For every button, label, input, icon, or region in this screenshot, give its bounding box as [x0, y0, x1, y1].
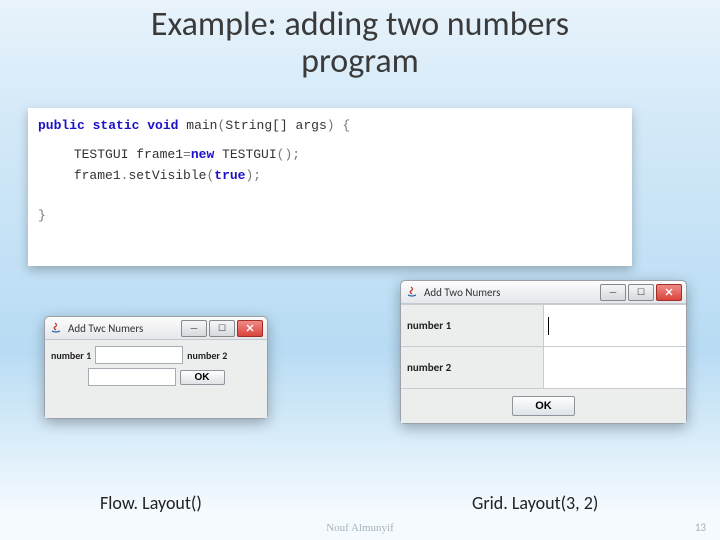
- title-line2: program: [301, 41, 419, 82]
- slide: Example: adding two numbers program publ…: [0, 0, 720, 540]
- ok-button[interactable]: OK: [180, 370, 225, 385]
- label-number1: number 1: [51, 349, 91, 362]
- caption-flow: Flow. Layout(): [100, 492, 202, 514]
- window-body: number 1 number 2 OK: [401, 304, 686, 423]
- ok-button[interactable]: OK: [512, 396, 575, 416]
- close-icon: [665, 288, 673, 296]
- window-title: Add Twc Numers: [68, 322, 181, 335]
- window-title: Add Two Numers: [424, 286, 600, 299]
- close-icon: [246, 324, 254, 332]
- page-number: 13: [695, 521, 706, 534]
- flow-layout-window: Add Twc Numers — ☐ number 1 number 2 OK: [44, 316, 268, 419]
- window-titlebar[interactable]: Add Two Numers — ☐: [401, 281, 686, 304]
- grid-layout-window: Add Two Numers — ☐ number 1 number 2 OK: [400, 280, 687, 424]
- close-button[interactable]: [237, 320, 263, 337]
- input-number1[interactable]: [544, 305, 687, 347]
- label-number2: number 2: [407, 361, 451, 374]
- maximize-button[interactable]: ☐: [209, 320, 235, 337]
- footer-author: Nouf Almunyif: [326, 522, 394, 534]
- window-body: number 1 number 2 OK: [45, 340, 267, 418]
- java-icon: [405, 285, 419, 299]
- maximize-button[interactable]: ☐: [628, 284, 654, 301]
- label-number2: number 2: [187, 349, 227, 362]
- close-button[interactable]: [656, 284, 682, 301]
- text-caret: [548, 317, 549, 335]
- input-number1[interactable]: [95, 346, 183, 364]
- window-titlebar[interactable]: Add Twc Numers — ☐: [45, 317, 267, 340]
- caption-grid: Grid. Layout(3, 2): [472, 492, 598, 514]
- minimize-button[interactable]: —: [181, 320, 207, 337]
- title-line1: Example: adding two numbers: [151, 4, 569, 45]
- java-icon: [49, 321, 63, 335]
- minimize-button[interactable]: —: [600, 284, 626, 301]
- slide-title: Example: adding two numbers program: [0, 6, 720, 81]
- input-number2[interactable]: [88, 368, 176, 386]
- code-snippet: public static void main(String[] args) {…: [28, 108, 632, 266]
- label-number1: number 1: [407, 319, 451, 332]
- input-number2[interactable]: [544, 347, 687, 389]
